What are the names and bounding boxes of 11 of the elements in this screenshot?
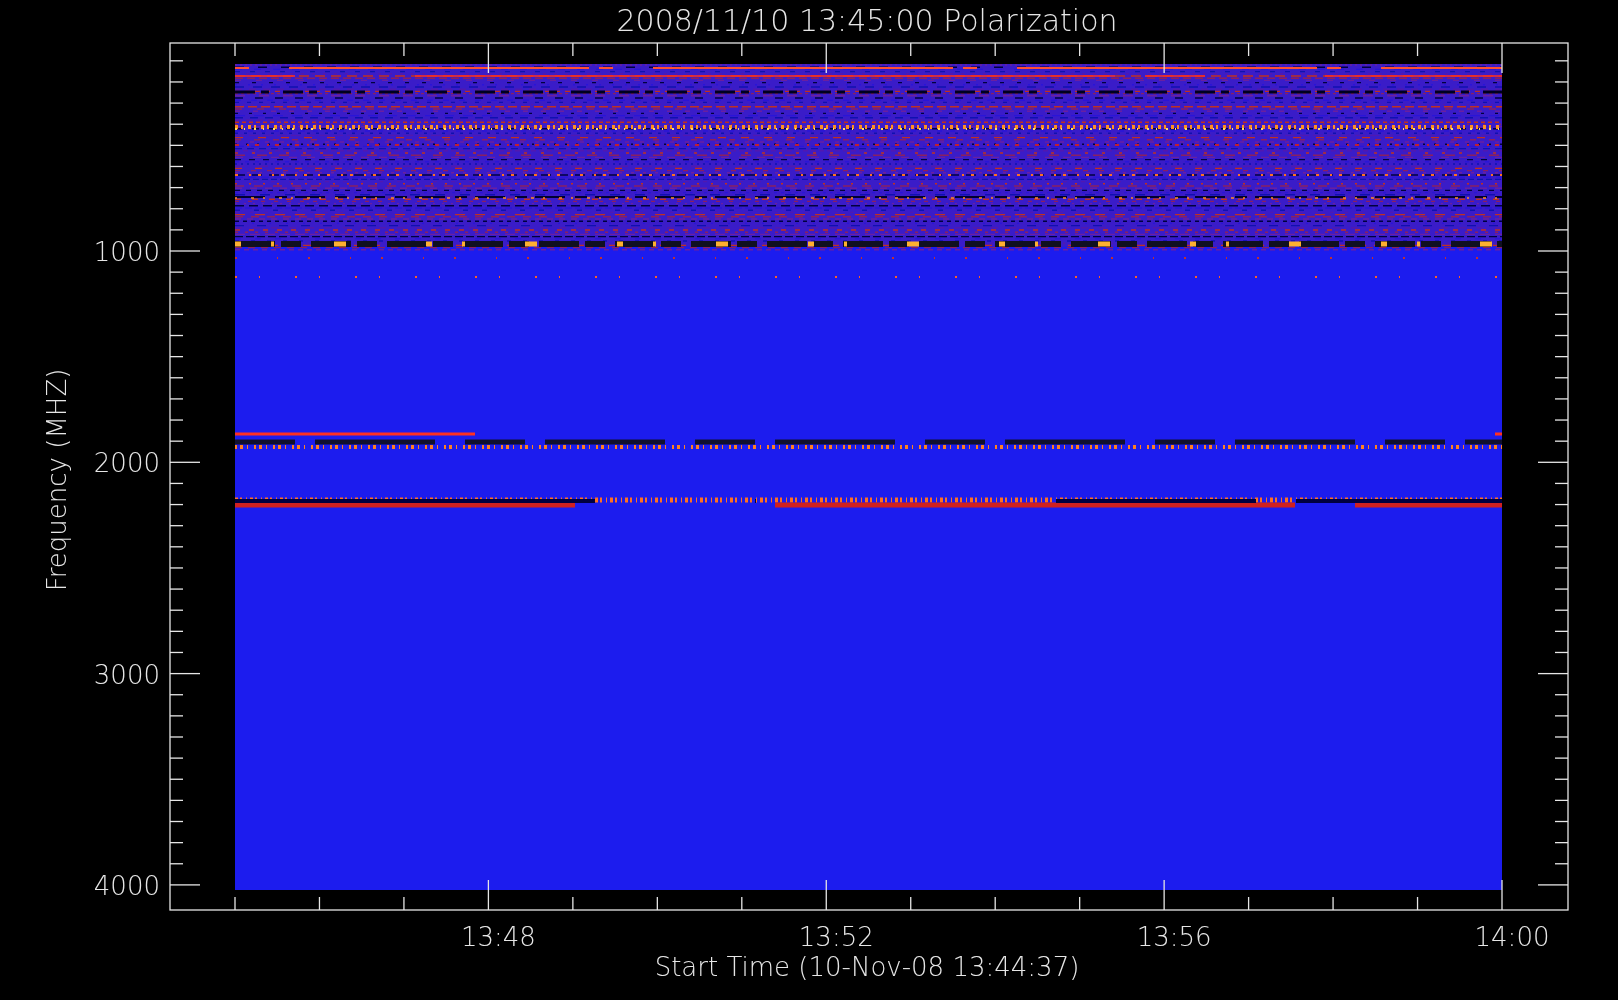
x-tick-label: 13:48	[460, 922, 536, 952]
x-tick-label: 13:52	[798, 922, 874, 952]
y-tick-label: 3000	[93, 659, 160, 690]
x-tick-label: 14:00	[1474, 922, 1550, 952]
plot-title: 2008/11/10 13:45:00 Polarization	[616, 3, 1118, 38]
y-tick-label: 1000	[93, 237, 160, 267]
x-tick-label: 13:56	[1136, 922, 1212, 952]
y-tick-label: 4000	[93, 870, 160, 901]
y-axis-label: Frequency (MHZ)	[42, 368, 72, 592]
x-axis-label: Start Time (10-Nov-08 13:44:37)	[654, 952, 1080, 982]
y-tick-label: 2000	[93, 448, 160, 479]
